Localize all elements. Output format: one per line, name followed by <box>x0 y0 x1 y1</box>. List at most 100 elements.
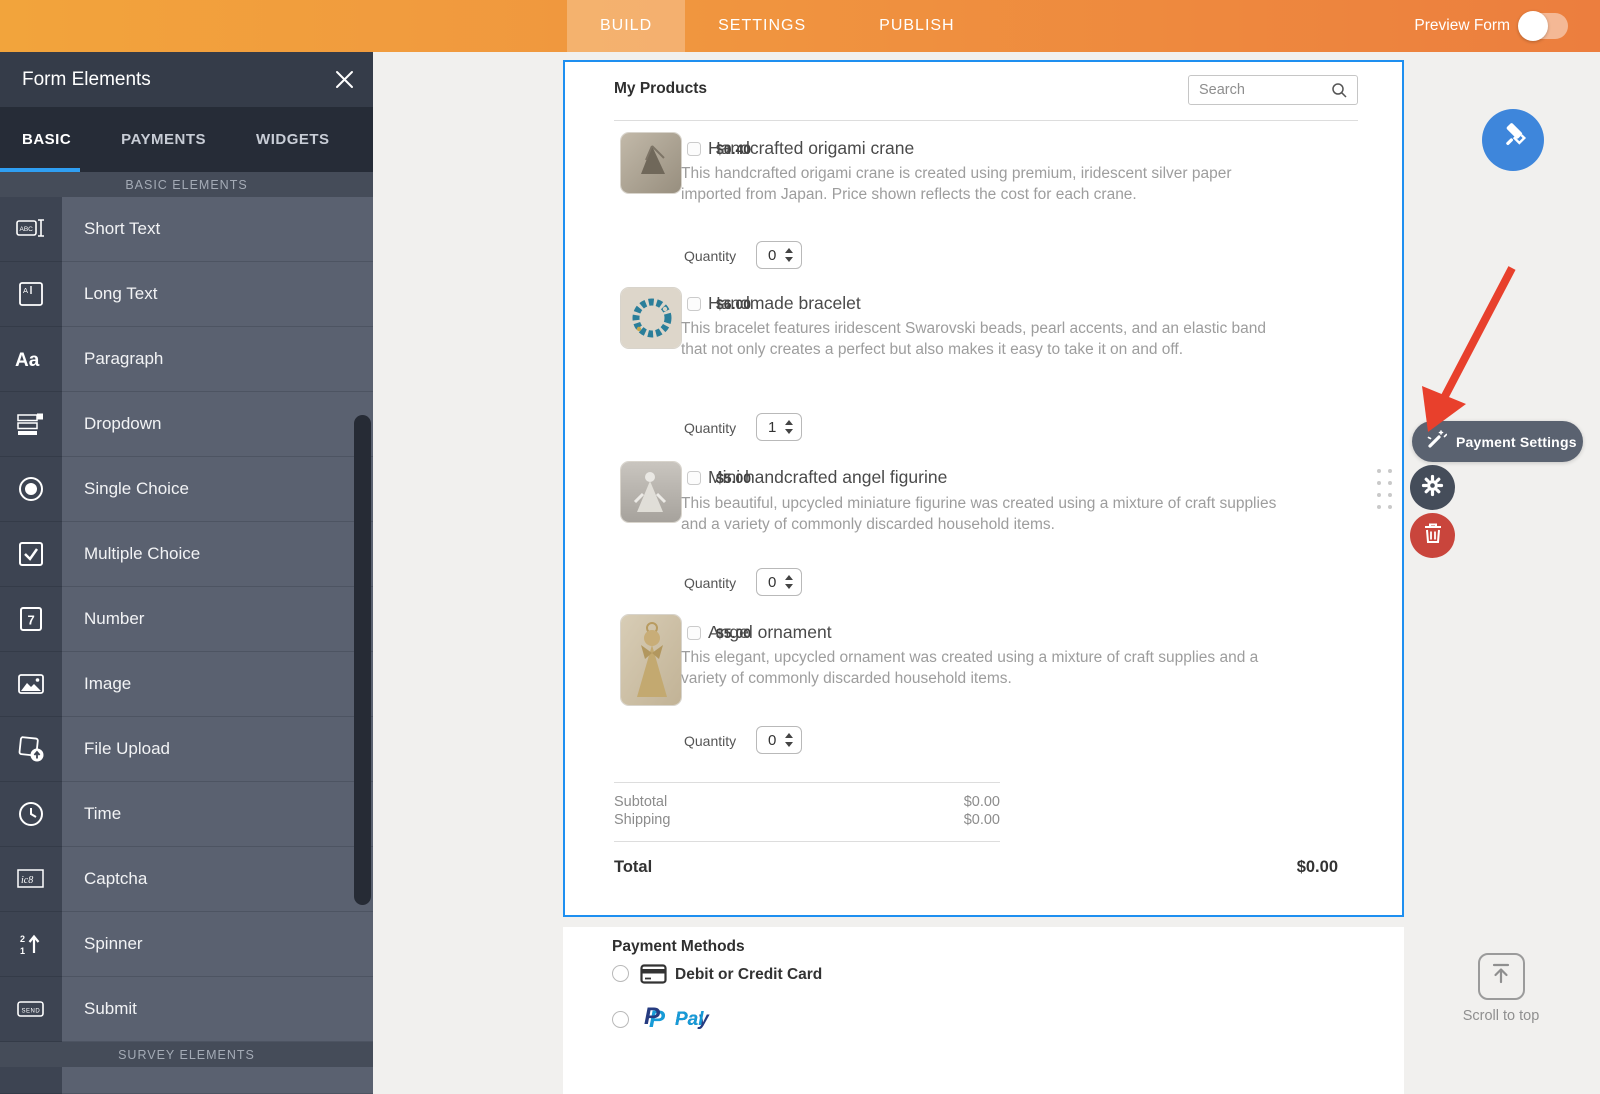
element-single-choice[interactable]: Single Choice <box>0 457 373 522</box>
drag-dots-icon[interactable] <box>1377 469 1392 509</box>
stepper-up-icon[interactable] <box>785 248 793 253</box>
total-value: $0.00 <box>1296 858 1338 876</box>
quantity-label: Quantity <box>684 420 737 436</box>
payment-methods-title: Payment Methods <box>612 938 745 955</box>
form-designer-button[interactable] <box>1482 109 1544 171</box>
product-name: Handmade bracelet $6.00 <box>708 293 861 313</box>
submit-icon: SEND <box>0 977 62 1042</box>
payment-settings-label: Payment Settings <box>1456 433 1577 450</box>
single-choice-icon <box>0 457 62 522</box>
payment-methods-section[interactable]: Payment Methods Debit or Credit Card PP … <box>563 927 1404 1094</box>
delete-button[interactable] <box>1410 513 1455 558</box>
product-checkbox[interactable] <box>687 626 701 640</box>
product-checkbox[interactable] <box>687 297 701 311</box>
element-number[interactable]: 7 Number <box>0 587 373 652</box>
section-header-survey-elements: SURVEY ELEMENTS <box>0 1042 373 1067</box>
panel-tabs: BASIC PAYMENTS WIDGETS <box>0 107 373 172</box>
panel-tab-basic[interactable]: BASIC <box>22 131 71 148</box>
element-submit[interactable]: SEND Submit <box>0 977 373 1042</box>
product-name: Handcrafted origami crane $0.40 <box>708 138 915 158</box>
element-time[interactable]: Time <box>0 782 373 847</box>
stepper-down-icon[interactable] <box>785 742 793 747</box>
product-image <box>620 461 682 523</box>
quantity-stepper[interactable]: 0 <box>756 568 802 596</box>
search-input[interactable] <box>1189 76 1327 104</box>
stepper-up-icon[interactable] <box>785 420 793 425</box>
tab-publish[interactable]: PUBLISH <box>839 0 994 52</box>
divider <box>614 841 1000 842</box>
element-short-text[interactable]: ABC Short Text <box>0 197 373 262</box>
scroll-to-top-button[interactable] <box>1477 953 1525 1000</box>
element-file-upload[interactable]: File Upload <box>0 717 373 782</box>
element-spinner[interactable]: 21 Spinner <box>0 912 373 977</box>
sidebar-scrollbar[interactable] <box>354 415 371 905</box>
trash-icon <box>1422 521 1444 550</box>
payment-settings-button[interactable]: Payment Settings <box>1412 421 1583 462</box>
stepper-down-icon[interactable] <box>785 257 793 262</box>
toggle-knob <box>1518 11 1548 41</box>
long-text-icon: A <box>0 262 62 327</box>
credit-card-radio[interactable] <box>612 965 629 982</box>
svg-text:2: 2 <box>20 934 25 944</box>
active-tab-underline <box>0 168 80 172</box>
tab-settings[interactable]: SETTINGS <box>685 0 839 52</box>
top-nav-tabs: BUILD SETTINGS PUBLISH <box>567 0 995 52</box>
svg-text:Aa: Aa <box>15 350 40 371</box>
product-description: This beautiful, upcycled miniature figur… <box>681 495 1277 533</box>
panel-tab-payments[interactable]: PAYMENTS <box>121 131 206 148</box>
shipping-value: $0.00 <box>963 812 1000 828</box>
multiple-choice-icon <box>0 522 62 587</box>
magic-wand-icon <box>1425 428 1448 455</box>
section-header-basic-elements: BASIC ELEMENTS <box>0 172 373 197</box>
element-dropdown[interactable]: Dropdown <box>0 392 373 457</box>
svg-text:7: 7 <box>28 613 35 628</box>
panel-tab-widgets[interactable]: WIDGETS <box>256 131 330 148</box>
element-multiple-choice[interactable]: Multiple Choice <box>0 522 373 587</box>
product-search <box>1188 75 1358 105</box>
paypal-radio[interactable] <box>612 1011 629 1028</box>
product-checkbox[interactable] <box>687 142 701 156</box>
product-name: Angel ornament $5.00 <box>708 622 832 642</box>
products-title: My Products <box>614 80 708 97</box>
element-image[interactable]: Image <box>0 652 373 717</box>
stepper-down-icon[interactable] <box>785 429 793 434</box>
scroll-to-top-label: Scroll to top <box>1462 1008 1540 1024</box>
tab-build[interactable]: BUILD <box>567 0 686 52</box>
quantity-label: Quantity <box>684 575 737 591</box>
product-name: Mini handcrafted angel figurine $5.00 <box>708 467 948 487</box>
stepper-up-icon[interactable] <box>785 575 793 580</box>
quantity-label: Quantity <box>684 733 737 749</box>
panel-title: Form Elements <box>22 68 151 90</box>
my-products-section[interactable]: My Products Handcrafted origami crane$0.… <box>563 60 1404 917</box>
product-checkbox[interactable] <box>687 471 701 485</box>
divider <box>614 120 1358 121</box>
element-row-partial <box>0 1067 373 1094</box>
short-text-icon: ABC <box>0 197 62 262</box>
form-elements-panel: Form Elements BASIC PAYMENTS WIDGETS BAS… <box>0 52 373 1094</box>
element-captcha[interactable]: ic8 Captcha <box>0 847 373 912</box>
quantity-stepper[interactable]: 0 <box>756 726 802 754</box>
product-description: This bracelet features iridescent Swarov… <box>681 320 1267 358</box>
paint-roller-icon <box>1498 122 1528 158</box>
preview-form-label: Preview Form <box>1414 17 1510 34</box>
properties-button[interactable] <box>1410 465 1455 510</box>
stepper-down-icon[interactable] <box>785 584 793 589</box>
svg-text:1: 1 <box>20 946 25 956</box>
product-description: This elegant, upcycled ornament was crea… <box>681 649 1259 687</box>
top-bar: BUILD SETTINGS PUBLISH Preview Form <box>0 0 1600 52</box>
paragraph-icon: Aa <box>0 327 62 392</box>
stepper-up-icon[interactable] <box>785 733 793 738</box>
element-paragraph[interactable]: Aa Paragraph <box>0 327 373 392</box>
preview-form-toggle[interactable] <box>1518 11 1568 41</box>
quantity-stepper[interactable]: 1 <box>756 413 802 441</box>
dropdown-icon <box>0 392 62 457</box>
gear-icon <box>1421 474 1444 502</box>
scroll-to-top: Scroll to top <box>1441 953 1561 1024</box>
close-icon[interactable] <box>334 69 355 90</box>
element-long-text[interactable]: A Long Text <box>0 262 373 327</box>
divider <box>614 782 1000 783</box>
credit-card-label: Debit or Credit Card <box>675 966 823 983</box>
number-icon: 7 <box>0 587 62 652</box>
image-icon <box>0 652 62 717</box>
quantity-stepper[interactable]: 0 <box>756 241 802 269</box>
